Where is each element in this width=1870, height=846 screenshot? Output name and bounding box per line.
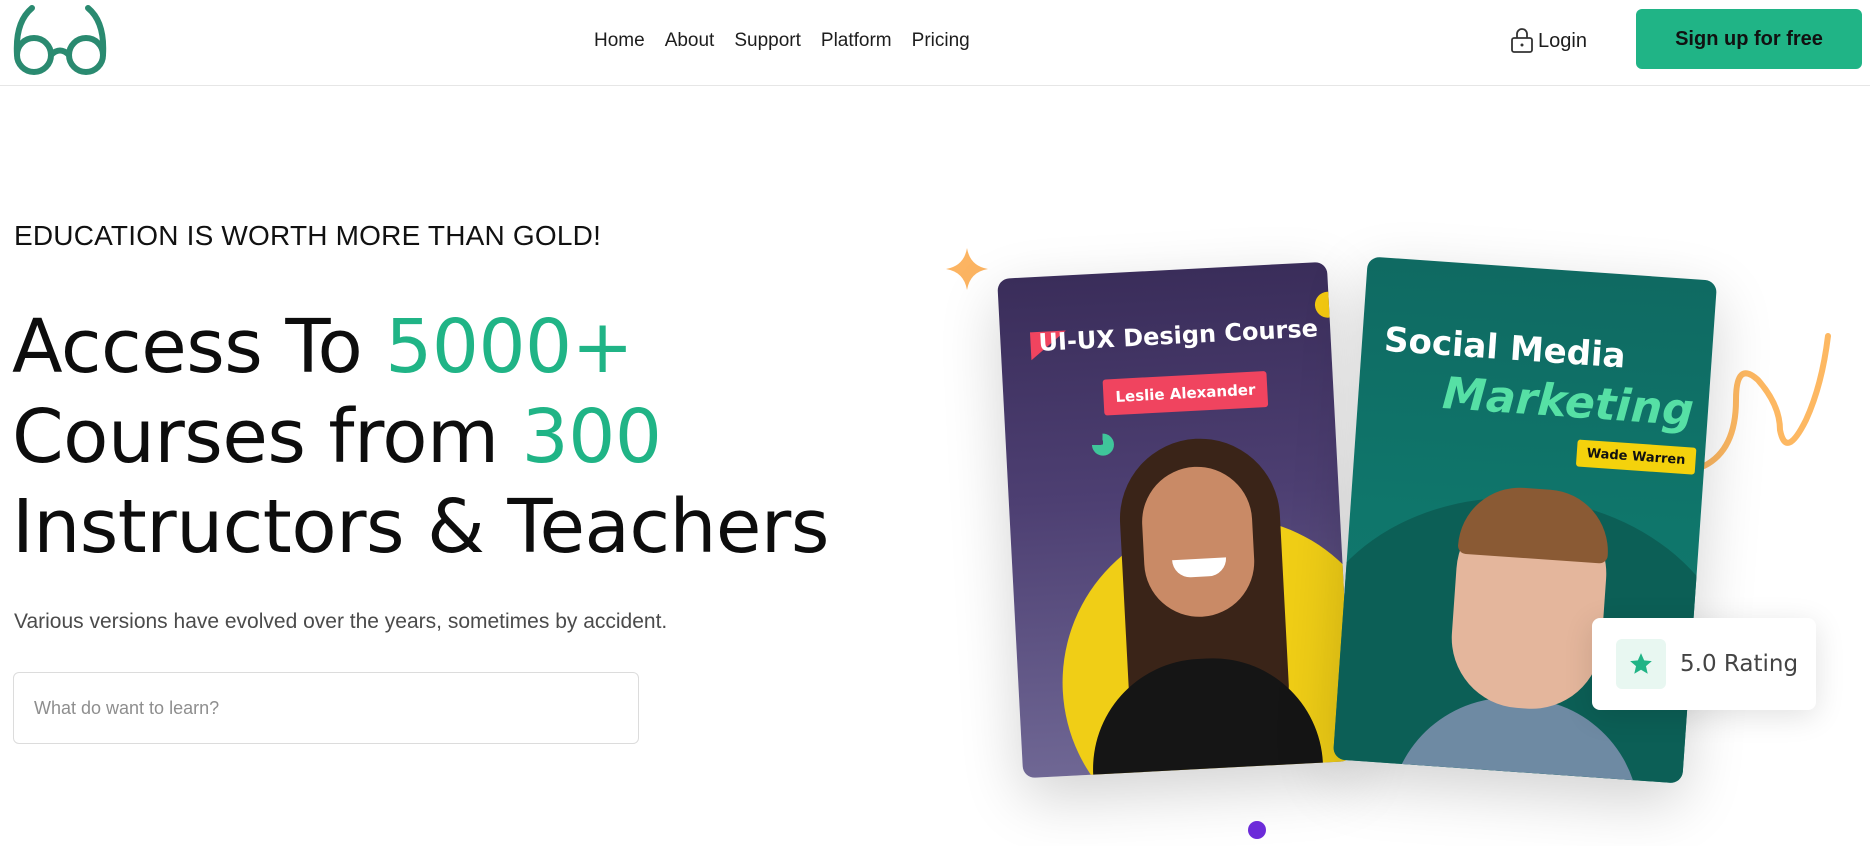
main-nav: Home About Support Platform Pricing [594,26,980,56]
instructor-photo-face [1139,464,1258,620]
nav-pricing[interactable]: Pricing [902,26,980,56]
hero-eyebrow: EDUCATION IS WORTH MORE THAN GOLD! [14,220,602,251]
nav-support[interactable]: Support [724,26,811,56]
course-card-uiux[interactable]: UI-UX Design Course Leslie Alexander [997,261,1353,779]
rating-value: 5.0 [1680,651,1717,677]
hero-headline: Access To 5000+ Courses from 300 Instruc… [12,302,892,572]
instructor-badge: Leslie Alexander [1102,371,1269,416]
headline-accent-courses: 5000+ [385,304,634,390]
login-label: Login [1538,29,1587,52]
login-link[interactable]: Login [1510,26,1587,56]
headline-part2: Courses from [12,394,522,480]
search-input[interactable] [13,672,639,744]
nav-about[interactable]: About [655,26,725,56]
hero-subtext: Various versions have evolved over the y… [14,610,668,633]
signup-button[interactable]: Sign up for free [1636,9,1862,69]
carousel-dot[interactable] [1248,821,1266,839]
sparkle-icon [946,248,988,290]
squiggle-decoration [1701,333,1831,469]
star-icon [1630,653,1652,674]
rating-text: 5.0 Rating [1680,651,1798,677]
headline-accent-instructors: 300 [521,394,662,480]
rating-label: Rating [1723,651,1799,677]
headline-part3: Instructors & Teachers [12,484,829,570]
card-decor-dot [1314,291,1342,319]
card-title: UI-UX Design Course [1037,314,1319,357]
lock-icon [1511,28,1533,53]
rating-badge: 5.0 Rating [1592,618,1816,710]
instructor-badge: Wade Warren [1575,439,1697,475]
instructor-photo-hair [1457,483,1613,564]
rating-icon-box [1616,639,1666,689]
glasses-logo[interactable] [12,2,108,78]
card-decor-pie [1091,433,1115,457]
headline-part1: Access To [12,304,386,390]
site-header: Home About Support Platform Pricing Logi… [0,0,1870,86]
card-title-line2: Marketing [1440,368,1696,437]
card-title-line1: Social Media [1382,319,1627,377]
nav-platform[interactable]: Platform [811,26,902,56]
nav-home[interactable]: Home [594,26,655,56]
